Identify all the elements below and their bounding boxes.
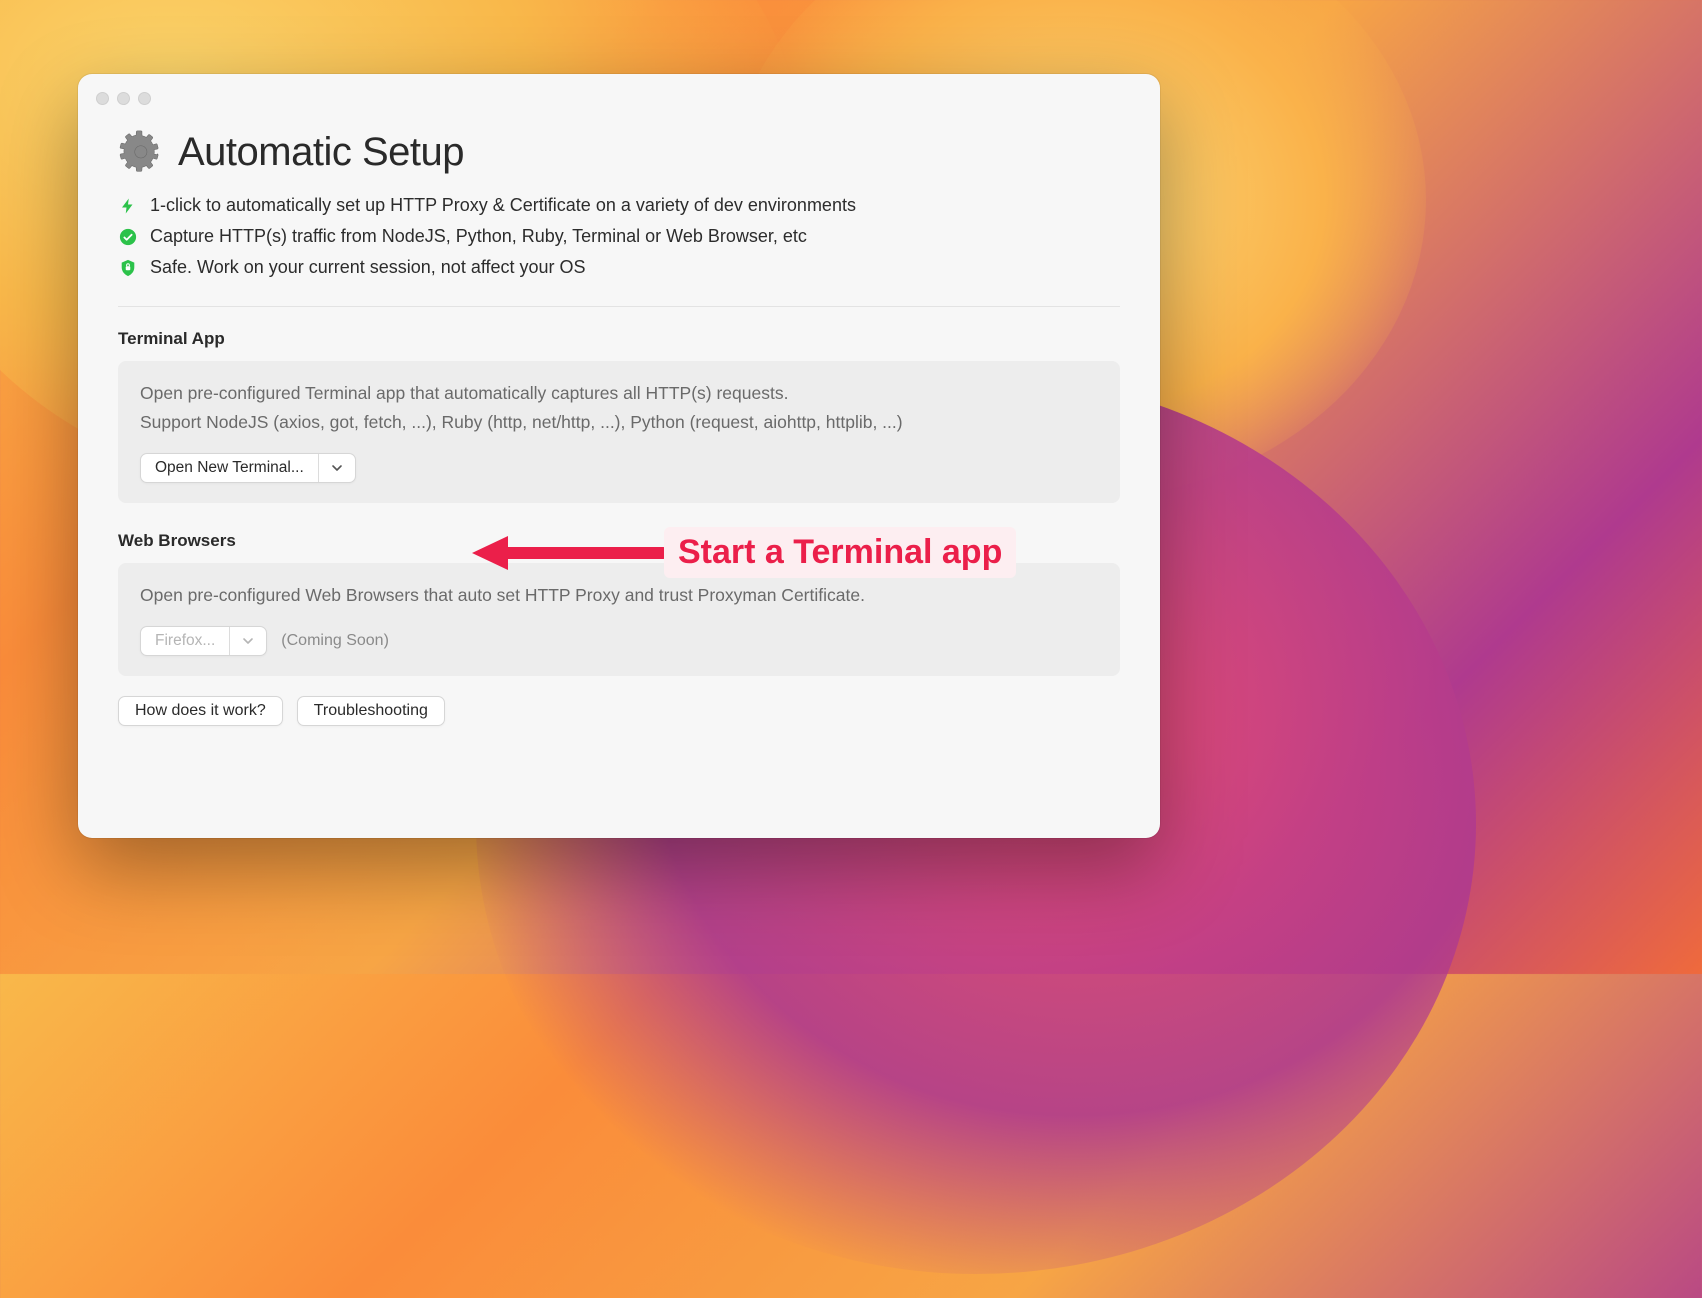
open-browser-label: Firefox... [141,627,230,655]
troubleshooting-button[interactable]: Troubleshooting [297,696,445,726]
window-traffic-lights [78,92,1160,105]
setup-window: Automatic Setup 1-click to automatically… [78,74,1160,838]
shield-lock-icon [118,258,138,278]
coming-soon-label: (Coming Soon) [281,632,389,650]
minimize-window-button[interactable] [117,92,130,105]
feature-text: 1-click to automatically set up HTTP Pro… [150,195,856,216]
feature-item: Capture HTTP(s) traffic from NodeJS, Pyt… [118,226,1120,247]
open-terminal-label: Open New Terminal... [141,454,319,482]
feature-list: 1-click to automatically set up HTTP Pro… [118,195,1120,278]
terminal-section-card: Open pre-configured Terminal app that au… [118,361,1120,503]
title-row: Automatic Setup [118,129,1120,175]
browsers-section-label: Web Browsers [118,531,1120,551]
feature-text: Safe. Work on your current session, not … [150,257,586,278]
browsers-section-desc: Open pre-configured Web Browsers that au… [140,581,1098,610]
desc-line: Open pre-configured Terminal app that au… [140,383,788,403]
feature-item: 1-click to automatically set up HTTP Pro… [118,195,1120,216]
feature-item: Safe. Work on your current session, not … [118,257,1120,278]
feature-text: Capture HTTP(s) traffic from NodeJS, Pyt… [150,226,807,247]
open-terminal-dropdown[interactable]: Open New Terminal... [140,453,356,483]
page-title: Automatic Setup [178,130,464,175]
bolt-icon [118,196,138,216]
close-window-button[interactable] [96,92,109,105]
footer-buttons: How does it work? Troubleshooting [118,696,1120,726]
terminal-section-label: Terminal App [118,329,1120,349]
gear-icon [118,129,164,175]
how-does-it-work-button[interactable]: How does it work? [118,696,283,726]
browsers-section-card: Open pre-configured Web Browsers that au… [118,563,1120,676]
divider [118,306,1120,307]
desc-line: Support NodeJS (axios, got, fetch, ...),… [140,412,903,432]
checkmark-circle-icon [118,227,138,247]
chevron-down-icon [319,454,355,482]
terminal-section-desc: Open pre-configured Terminal app that au… [140,379,1098,437]
open-browser-dropdown: Firefox... [140,626,267,656]
zoom-window-button[interactable] [138,92,151,105]
chevron-down-icon [230,627,266,655]
